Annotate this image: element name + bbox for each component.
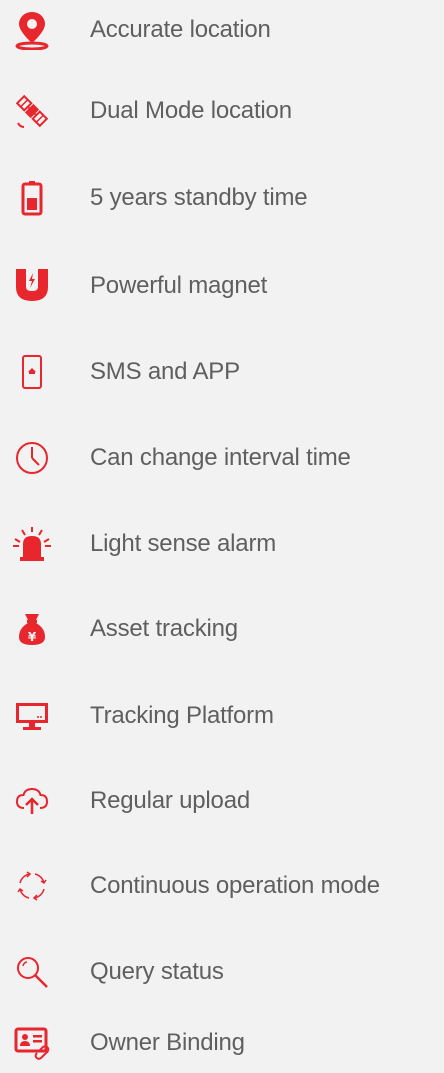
feature-item-tracking-platform: Tracking Platform bbox=[0, 686, 444, 746]
battery-icon bbox=[12, 178, 52, 218]
feature-label: Continuous operation mode bbox=[90, 872, 380, 899]
feature-label: Tracking Platform bbox=[90, 702, 274, 729]
feature-item-dual-mode-location: Dual Mode location bbox=[0, 81, 444, 141]
money-bag-icon: ¥ bbox=[12, 609, 52, 649]
feature-label: SMS and APP bbox=[90, 358, 240, 385]
feature-item-powerful-magnet: Powerful magnet bbox=[0, 256, 444, 316]
feature-item-sms-app: SMS and APP bbox=[0, 342, 444, 402]
feature-item-interval-time: Can change interval time bbox=[0, 428, 444, 488]
monitor-icon bbox=[12, 696, 52, 736]
feature-label: Powerful magnet bbox=[90, 272, 268, 299]
feature-item-owner-binding: Owner Binding bbox=[0, 1013, 444, 1073]
alarm-light-icon bbox=[12, 524, 52, 564]
search-icon bbox=[12, 952, 52, 992]
id-card-icon bbox=[12, 1023, 52, 1063]
feature-item-accurate-location: Accurate location bbox=[0, 0, 444, 60]
feature-item-regular-upload: Regular upload bbox=[0, 771, 444, 831]
feature-label: Query status bbox=[90, 958, 224, 985]
svg-text:¥: ¥ bbox=[28, 630, 37, 644]
feature-label: Regular upload bbox=[90, 787, 250, 814]
feature-label: Can change interval time bbox=[90, 444, 351, 471]
feature-label: 5 years standby time bbox=[90, 184, 308, 211]
magnet-icon bbox=[12, 266, 52, 306]
feature-item-continuous-operation: Continuous operation mode bbox=[0, 856, 444, 916]
refresh-icon bbox=[12, 866, 52, 906]
feature-label: Asset tracking bbox=[90, 615, 238, 642]
feature-item-query-status: Query status bbox=[0, 942, 444, 1002]
feature-item-light-sense-alarm: Light sense alarm bbox=[0, 514, 444, 574]
feature-label: Light sense alarm bbox=[90, 530, 277, 557]
feature-label: Accurate location bbox=[90, 16, 271, 43]
clock-icon bbox=[12, 438, 52, 478]
feature-label: Owner Binding bbox=[90, 1029, 245, 1056]
location-pin-icon bbox=[12, 10, 52, 50]
cloud-upload-icon bbox=[12, 781, 52, 821]
feature-label: Dual Mode location bbox=[90, 97, 292, 124]
feature-item-standby-time: 5 years standby time bbox=[0, 168, 444, 228]
satellite-icon bbox=[12, 91, 52, 131]
phone-icon bbox=[12, 352, 52, 392]
feature-list: Accurate location Dual Mode location 5 y… bbox=[0, 0, 444, 1073]
feature-item-asset-tracking: ¥ Asset tracking bbox=[0, 599, 444, 659]
